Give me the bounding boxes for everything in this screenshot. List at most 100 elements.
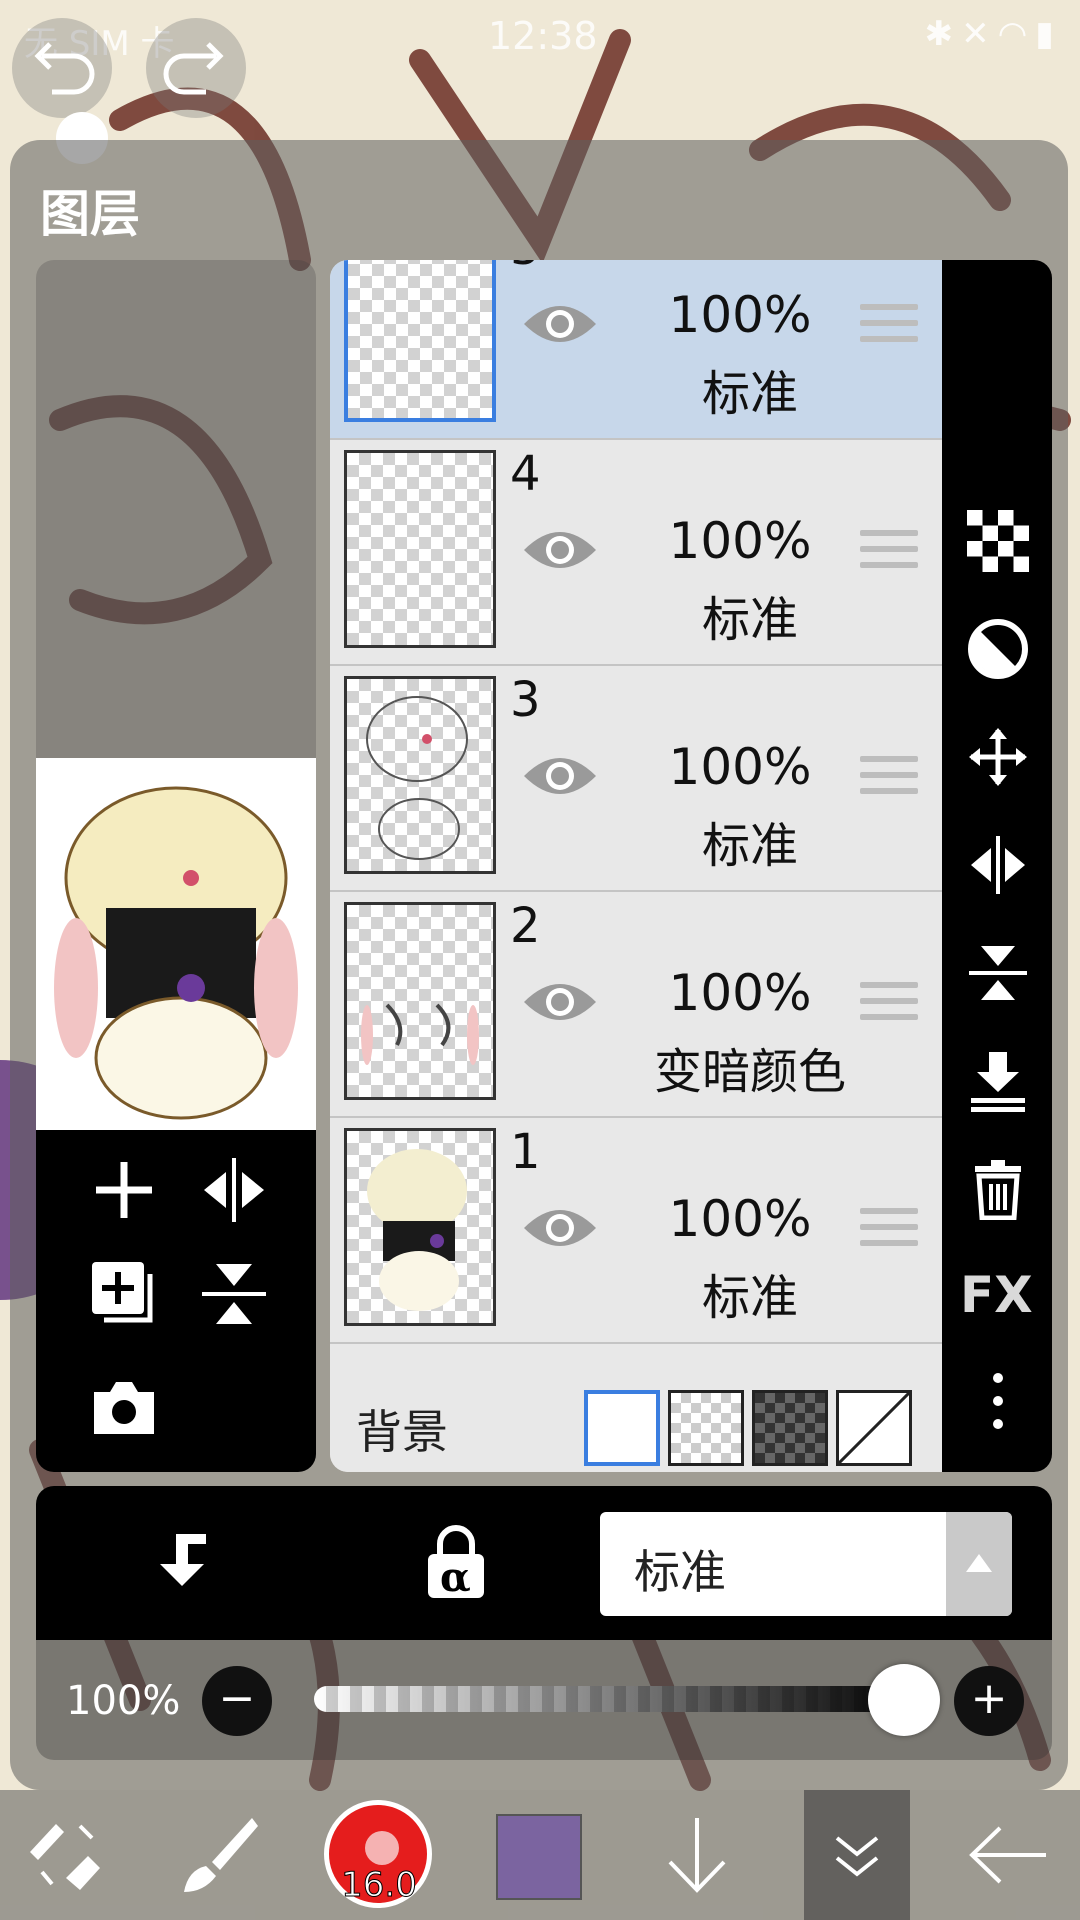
layer-tools-sidebar: FX	[942, 260, 1052, 1472]
eye-icon[interactable]	[520, 746, 600, 806]
layer-action-row: α 标准	[36, 1486, 1052, 1640]
delete-layer-button[interactable]	[967, 1158, 1029, 1220]
flip-horizontal-layer-button[interactable]	[967, 834, 1029, 896]
more-icon	[993, 1373, 1003, 1429]
brush-button[interactable]	[176, 1812, 262, 1898]
brush-size-value: 16.0	[341, 1865, 418, 1906]
flip-vertical-layer-button[interactable]	[967, 942, 1029, 1004]
clipping-icon	[968, 619, 1028, 679]
eye-icon[interactable]	[520, 972, 600, 1032]
checker-button[interactable]	[967, 510, 1029, 572]
flip-vertical-button[interactable]	[194, 1254, 274, 1334]
drag-handle-icon[interactable]	[860, 530, 918, 576]
color-swatch-button[interactable]	[496, 1814, 582, 1900]
drag-handle-icon[interactable]	[860, 1208, 918, 1254]
dialog-title: 图层	[40, 185, 140, 243]
clip-down-button[interactable]	[146, 1526, 218, 1598]
flip-vertical-icon	[202, 1264, 266, 1324]
layer-blend-mode: 标准	[701, 366, 798, 422]
layer-down-button[interactable]	[654, 1812, 740, 1898]
clipping-button[interactable]	[967, 618, 1029, 680]
chevron-double-down-icon	[835, 1836, 879, 1877]
layer-opacity: 100%	[668, 738, 812, 796]
bluetooth-icon: ✱	[924, 14, 962, 54]
alpha-lock-button[interactable]: α	[424, 1524, 488, 1601]
layer-blend-mode: 标准	[701, 592, 798, 648]
arrow-down-icon	[668, 1818, 726, 1893]
merge-down-layer-button[interactable]	[967, 1050, 1029, 1112]
eye-icon[interactable]	[520, 1198, 600, 1258]
merge-down-icon	[971, 1052, 1025, 1112]
layer-row[interactable]: 2 100% 变暗颜色	[330, 892, 942, 1118]
canvas-preview[interactable]	[36, 758, 316, 1130]
opacity-value: 100%	[66, 1678, 181, 1724]
brush-size-button[interactable]: 16.0	[324, 1800, 432, 1908]
layer-list[interactable]: 5 100% 标准 4 100% 标准 3	[330, 260, 942, 1472]
clip-arrow-icon	[160, 1534, 206, 1586]
layer-opacity: 100%	[668, 512, 812, 570]
blend-mode-value: 标准	[634, 1545, 726, 1599]
layer-row[interactable]: 4 100% 标准	[330, 440, 942, 666]
layer-thumbnail	[344, 676, 496, 874]
fx-button[interactable]: FX	[960, 1266, 1036, 1328]
layer-number: 5	[510, 260, 541, 276]
arrow-left-icon	[969, 1826, 1046, 1884]
layer-row[interactable]: 1 100% 标准	[330, 1118, 942, 1344]
eye-icon[interactable]	[520, 520, 600, 580]
back-button[interactable]	[966, 1812, 1052, 1898]
brush-size-dot	[365, 1831, 399, 1865]
layer-preview-panel	[36, 260, 316, 1472]
brush-icon	[184, 1818, 258, 1892]
opacity-increase-button[interactable]: +	[954, 1666, 1024, 1736]
duplicate-layer-icon	[92, 1262, 153, 1323]
add-layer-button[interactable]	[84, 1150, 164, 1230]
layer-thumbnail	[344, 902, 496, 1100]
add-layer-icon	[96, 1162, 152, 1218]
tool-switch-button[interactable]	[22, 1812, 108, 1898]
background-transparent-option[interactable]	[668, 1390, 744, 1466]
camera-button[interactable]	[84, 1368, 164, 1448]
layer-blend-mode: 标准	[701, 1270, 798, 1326]
drag-handle-icon[interactable]	[860, 756, 918, 802]
redo-icon	[163, 42, 224, 95]
opacity-row: 100% − +	[36, 1640, 1052, 1760]
background-dark-option[interactable]	[752, 1390, 828, 1466]
undo-button[interactable]	[12, 18, 112, 118]
eye-icon[interactable]	[520, 294, 600, 354]
preview-tools	[36, 1130, 316, 1472]
layer-opacity: 100%	[668, 286, 812, 344]
background-none-option[interactable]	[836, 1390, 912, 1466]
blend-mode-select[interactable]: 标准	[600, 1512, 1012, 1616]
layer-dialog: 图层 100% 标准 4 100% 标准 3 100% 标准 2 100% 变暗…	[10, 140, 1068, 1790]
background-label: 背景	[356, 1405, 448, 1459]
drag-handle-icon[interactable]	[860, 304, 918, 350]
redo-button[interactable]	[146, 18, 246, 118]
layer-row[interactable]: 5 100% 标准	[330, 260, 942, 440]
opacity-slider[interactable]	[314, 1686, 914, 1712]
drag-handle-icon[interactable]	[860, 982, 918, 1028]
layer-row[interactable]: 3 100% 标准	[330, 666, 942, 892]
flip-vertical-icon	[969, 946, 1027, 1000]
opacity-slider-handle[interactable]	[868, 1664, 940, 1736]
brush-eraser-switch-icon	[30, 1824, 100, 1890]
layer-number: 1	[510, 1124, 541, 1180]
flip-horizontal-icon	[971, 836, 1025, 894]
layer-opacity: 100%	[668, 1190, 812, 1248]
opacity-decrease-button[interactable]: −	[202, 1666, 272, 1736]
layer-number: 2	[510, 898, 541, 954]
chevron-up-icon[interactable]	[946, 1512, 1012, 1616]
flip-horizontal-button[interactable]	[194, 1150, 274, 1230]
move-button[interactable]	[967, 726, 1029, 788]
more-button[interactable]	[967, 1370, 1029, 1432]
layer-opacity: 100%	[668, 964, 812, 1022]
trash-icon	[975, 1160, 1021, 1220]
layers-panel-button[interactable]	[804, 1790, 910, 1920]
move-icon	[969, 728, 1027, 786]
duplicate-layer-button[interactable]	[84, 1254, 164, 1334]
battery-icon: ▮	[1035, 14, 1062, 54]
character-preview-image	[54, 786, 298, 1120]
clock: 12:38	[488, 14, 598, 58]
layer-thumbnail	[344, 1128, 496, 1326]
background-white-option[interactable]	[584, 1390, 660, 1466]
layer-number: 3	[510, 672, 541, 728]
